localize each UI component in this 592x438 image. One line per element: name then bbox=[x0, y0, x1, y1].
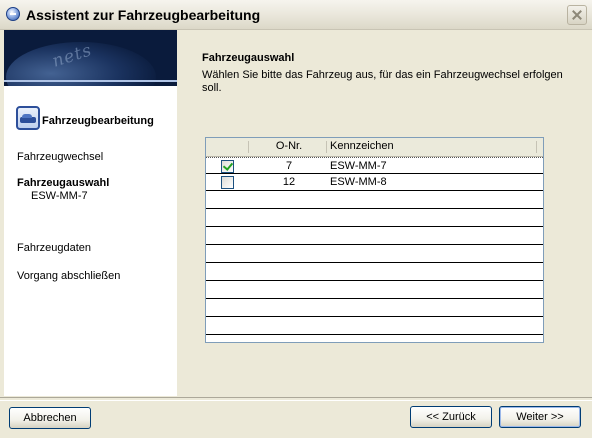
empty-row bbox=[206, 298, 543, 299]
page-description: Wählen Sie bitte das Fahrzeug aus, für d… bbox=[202, 69, 563, 94]
wizard-sidebar: Fahrzeugbearbeitung Fahrzeugwechsel Fahr… bbox=[4, 30, 177, 396]
column-header-onr[interactable]: O-Nr. bbox=[257, 140, 321, 152]
table-row[interactable]: 12 ESW-MM-8 bbox=[206, 174, 543, 191]
empty-row bbox=[206, 316, 543, 317]
cell-onr: 7 bbox=[285, 160, 293, 172]
row-checkbox[interactable] bbox=[221, 160, 234, 173]
column-header-kennzeichen[interactable]: Kennzeichen bbox=[330, 140, 394, 152]
wizard-content: Fahrzeugauswahl Wählen Sie bitte das Fah… bbox=[183, 30, 588, 396]
car-icon bbox=[16, 106, 40, 130]
step-fahrzeugwechsel: Fahrzeugwechsel bbox=[17, 151, 104, 163]
window-title: Assistent zur Fahrzeugbearbeitung bbox=[26, 7, 261, 23]
empty-row bbox=[206, 226, 543, 227]
table-row[interactable]: 7 ESW-MM-7 bbox=[206, 157, 543, 174]
banner-rule bbox=[4, 80, 177, 82]
row-checkbox[interactable] bbox=[221, 176, 234, 189]
column-separator bbox=[536, 141, 537, 153]
cell-onr: 12 bbox=[282, 176, 296, 188]
close-icon[interactable] bbox=[567, 5, 587, 25]
column-separator bbox=[248, 141, 249, 153]
empty-row bbox=[206, 262, 543, 263]
step-fahrzeugauswahl: Fahrzeugauswahl bbox=[17, 177, 110, 189]
wizard-window: Assistent zur Fahrzeugbearbeitung Fahrze… bbox=[0, 0, 592, 438]
table-header: O-Nr. Kennzeichen bbox=[206, 138, 543, 157]
step-fahrzeugdaten: Fahrzeugdaten bbox=[17, 242, 91, 254]
back-button[interactable]: << Zurück bbox=[410, 406, 492, 428]
sidebar-banner bbox=[4, 30, 177, 86]
title-bar: Assistent zur Fahrzeugbearbeitung bbox=[0, 0, 592, 30]
banner-swoosh bbox=[4, 86, 177, 108]
next-button[interactable]: Weiter >> bbox=[499, 406, 581, 428]
empty-row bbox=[206, 280, 543, 281]
empty-row bbox=[206, 244, 543, 245]
cell-kennzeichen: ESW-MM-8 bbox=[330, 176, 387, 188]
step-vorgang-abschliessen: Vorgang abschließen bbox=[17, 270, 121, 282]
cancel-button[interactable]: Abbrechen bbox=[9, 407, 91, 429]
cell-kennzeichen: ESW-MM-7 bbox=[330, 160, 387, 172]
wizard-title: Fahrzeugbearbeitung bbox=[42, 115, 154, 127]
column-separator bbox=[326, 141, 327, 153]
page-title: Fahrzeugauswahl bbox=[202, 52, 295, 64]
button-separator bbox=[0, 397, 592, 401]
empty-row bbox=[206, 208, 543, 209]
step-fahrzeugauswahl-value: ESW-MM-7 bbox=[31, 190, 88, 202]
empty-row bbox=[206, 334, 543, 335]
vehicle-table[interactable]: O-Nr. Kennzeichen 7 ESW-MM-7 12 ESW-MM-8 bbox=[205, 137, 544, 343]
app-icon bbox=[6, 7, 20, 21]
